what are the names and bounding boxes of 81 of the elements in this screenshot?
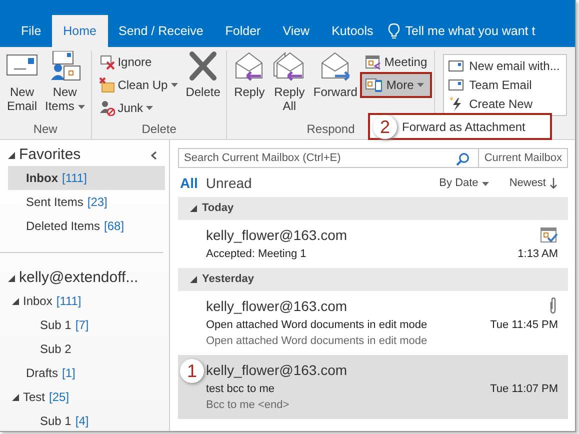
ribbon-button[interactable]: New Email [4,51,40,120]
message-time: Tue 11:45 PM [490,318,558,332]
group-label: Delete [142,122,176,136]
ribbon-tab[interactable]: View [272,15,321,47]
ribbon-button[interactable]: Reply [231,51,268,120]
expand-arrow-icon[interactable] [190,276,197,282]
expand-arrow-icon[interactable] [8,274,15,282]
message-preview: Bcc to me <end> [206,398,290,413]
sender-name: kelly_flower@163.com [206,226,348,245]
ribbon-button[interactable]: Reply All [270,51,308,120]
reply-all-icon [272,51,306,81]
message-item[interactable]: kelly_flower@163.com test bcc to me Tue 11:07 PM Bcc to me <end> 1 [178,354,568,418]
ribbon-button[interactable]: New Items [43,51,87,120]
ribbon-button[interactable]: Forward [311,51,360,120]
down-arrow-icon [550,178,557,189]
section-heading: Favorites [19,144,81,165]
filter-tab[interactable]: All [178,173,204,194]
collapse-icon[interactable] [151,150,157,160]
delete-icon [187,51,220,81]
new-items-icon [48,51,81,81]
tell-me-search[interactable]: Tell me what you want t [405,22,536,40]
folder-item[interactable]: Sub 1 [7] [8,313,165,337]
sort-dropdown[interactable]: By Date [429,175,500,192]
envelope-icon [448,60,464,72]
folder-item[interactable]: Test [25] [8,385,165,409]
menu-item[interactable]: Forward as Attachment [402,118,526,136]
ignore-icon [98,54,115,70]
clean-up-icon [98,77,115,93]
message-time: Tue 11:07 PM [490,382,558,396]
more-icon [365,77,384,93]
ribbon-button[interactable]: Junk [96,97,181,119]
message-subject: Open attached Word documents in edit mode [206,318,428,332]
expand-arrow-icon[interactable] [190,205,197,212]
scope-dropdown[interactable]: Current Mailbox [478,149,567,167]
message-subject: test bcc to me [206,382,276,396]
folder-item[interactable]: Sub 2 [8,337,165,361]
folder-item[interactable]: Sub 1 [4] [8,409,165,431]
folder-item[interactable]: Inbox [111] [8,166,165,190]
expand-arrow-icon[interactable] [12,298,19,304]
expand-arrow-icon[interactable] [12,394,19,400]
message-time: 1:13 AM [518,247,558,262]
calendar-check-icon [540,226,558,244]
ribbon-tab[interactable]: Kutools [320,15,384,47]
group-heading: Today [202,201,234,216]
quick-step[interactable]: Team Email [448,76,562,94]
junk-icon [98,100,115,116]
message-preview: Open attached Word documents in edit mode [206,334,428,349]
folder-item[interactable]: Inbox [111] [8,289,165,313]
sender-name: kelly_flower@163.com [206,296,348,316]
ribbon-tab[interactable]: Send / Receive [108,15,214,47]
ribbon-tab[interactable]: Folder [214,15,272,47]
message-subject: Accepted: Meeting 1 [206,247,308,262]
folder-item[interactable]: Drafts [1] [8,361,165,385]
search-box[interactable]: Search Current Mailbox (Ctrl+E) Current Mailbox [178,148,568,168]
forward-icon [319,51,352,81]
ribbon-button[interactable]: More [362,74,430,96]
lightbulb-icon [388,23,400,39]
folder-item[interactable]: Deleted Items [68] [8,214,165,238]
group-label: New [33,122,58,136]
step-number-badge: 1 [180,358,204,382]
ribbon-button[interactable]: Delete [184,51,222,120]
ribbon-button[interactable]: Ignore [96,51,181,73]
calendar-icon [365,54,382,70]
expand-arrow-icon[interactable] [8,152,15,158]
quick-step[interactable]: New email with... [448,57,562,76]
group-heading: Yesterday [202,272,254,287]
reply-icon [233,51,266,81]
search-icon [456,152,470,166]
group-label: Respond [306,122,355,136]
ribbon-button[interactable]: Clean Up [96,74,181,96]
filter-tab[interactable]: Unread [204,173,258,194]
sender-name: kelly_flower@163.com [206,360,348,380]
folder-item[interactable]: Sent Items [23] [8,190,165,214]
envelope-icon [448,79,464,91]
caret-icon [482,182,490,186]
ribbon-tab[interactable]: Home [52,15,108,47]
section-heading: kelly@extendoff... [19,268,138,288]
sort-order-button[interactable]: Newest [499,175,567,192]
paperclip-icon [548,296,558,314]
ribbon-tab[interactable]: File [10,15,52,47]
quick-step[interactable]: Create New [448,94,562,114]
